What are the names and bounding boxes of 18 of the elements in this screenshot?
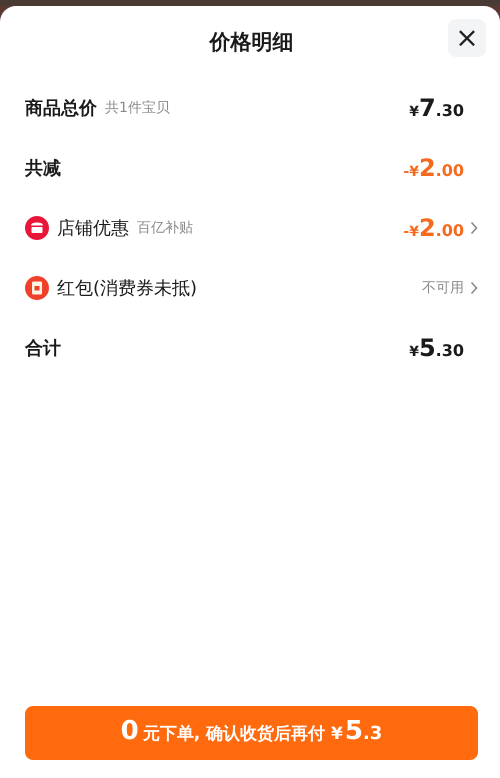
price-amount: ¥5.30 xyxy=(409,334,464,362)
row-note: 百亿补贴 xyxy=(137,219,193,237)
sheet-title: 价格明细 xyxy=(210,29,294,56)
price-amount: -¥2.00 xyxy=(403,154,464,182)
row-label: 商品总价 xyxy=(25,97,97,120)
price-amount: ¥7.30 xyxy=(409,94,464,122)
row-label: 红包(消费券未抵) xyxy=(57,277,198,300)
shop-icon xyxy=(25,216,49,240)
close-button[interactable]: × xyxy=(448,19,486,57)
price-amount: -¥2.00 xyxy=(403,214,464,242)
row-label: 合计 xyxy=(25,337,61,360)
chevron-icon[interactable] xyxy=(470,281,478,295)
envelope-icon xyxy=(25,276,49,300)
row-label: 店铺优惠 xyxy=(57,217,129,240)
row-label: 共减 xyxy=(25,157,61,180)
row-note: 共1件宝贝 xyxy=(105,99,170,117)
status-text: 不可用 xyxy=(422,279,464,297)
chevron-icon[interactable] xyxy=(470,221,478,235)
